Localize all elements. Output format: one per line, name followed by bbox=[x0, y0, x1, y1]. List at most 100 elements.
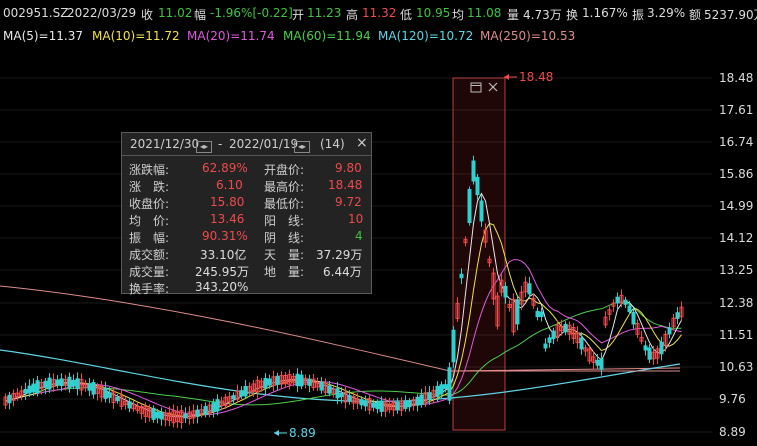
candle-body bbox=[211, 402, 216, 413]
close-label: 收 bbox=[141, 8, 154, 22]
candle-body bbox=[55, 379, 60, 386]
low-marker-label: 8.89 bbox=[289, 426, 316, 440]
y-tick: 10.63 bbox=[719, 360, 753, 374]
candle-body bbox=[91, 382, 96, 395]
candle-body bbox=[631, 311, 636, 325]
start-date: 2021/12/30 bbox=[130, 137, 200, 151]
stat-label: 最低价: bbox=[264, 197, 305, 211]
quote-header: 002951.SZ 2022/03/29 收 11.02 幅 -1.96%[-0… bbox=[0, 0, 757, 26]
candle-body bbox=[347, 395, 352, 402]
candle-body bbox=[599, 358, 604, 370]
change-value: -1.96%[-0.22] bbox=[210, 6, 293, 20]
ma120-legend: MA(120)=10.72 bbox=[378, 29, 474, 43]
stat-label: 涨 跌: bbox=[129, 180, 170, 194]
candle-body bbox=[475, 176, 480, 196]
panel-header: 2021/12/30 ◂▸ - 2022/01/19 ◂▸ (14) × bbox=[122, 133, 371, 156]
stat-label: 均 价: bbox=[129, 214, 170, 228]
avg-value: 11.08 bbox=[467, 6, 502, 20]
y-tick: 16.74 bbox=[719, 135, 753, 149]
candle-body bbox=[23, 389, 28, 394]
candle-body bbox=[7, 394, 12, 404]
candle-body bbox=[527, 283, 532, 295]
candle-body bbox=[67, 376, 72, 389]
stat-value: 245.95万 bbox=[195, 265, 249, 279]
stat-value: 6.10 bbox=[216, 178, 243, 192]
candle-body bbox=[107, 392, 112, 398]
candle-body bbox=[375, 402, 380, 410]
y-tick: 12.38 bbox=[719, 296, 753, 310]
y-tick: 18.48 bbox=[719, 71, 753, 85]
stat-value: 15.80 bbox=[210, 195, 245, 209]
stat-label: 阴 线: bbox=[264, 231, 305, 245]
stat-value: 10 bbox=[348, 212, 364, 226]
candle-body bbox=[407, 400, 412, 408]
stat-value: 9.72 bbox=[335, 195, 362, 209]
candle-body bbox=[87, 383, 92, 391]
candle-body bbox=[243, 385, 248, 397]
stat-label: 开盘价: bbox=[264, 163, 305, 177]
open-label: 开 bbox=[292, 8, 305, 22]
candle-body bbox=[27, 385, 32, 394]
stat-value: 33.10亿 bbox=[200, 248, 247, 262]
candle-body bbox=[295, 373, 300, 387]
volume-label: 量 bbox=[507, 8, 520, 22]
stock-code: 002951.SZ bbox=[3, 6, 69, 20]
candle-body bbox=[103, 387, 108, 399]
y-tick: 11.51 bbox=[719, 328, 753, 342]
stat-label: 最高价: bbox=[264, 180, 305, 194]
candle-body bbox=[447, 367, 452, 401]
candle-body bbox=[275, 375, 280, 386]
candle-body bbox=[371, 402, 376, 408]
candle-body bbox=[435, 385, 440, 398]
candle-body bbox=[71, 379, 76, 387]
close-value: 11.02 bbox=[158, 6, 193, 20]
stat-value: 13.46 bbox=[210, 212, 245, 226]
candle-body bbox=[335, 388, 340, 399]
stat-label: 收盘价: bbox=[129, 197, 170, 211]
stat-value: 9.80 bbox=[335, 161, 362, 175]
high-label: 高 bbox=[346, 8, 359, 22]
low-label: 低 bbox=[400, 8, 413, 22]
candle-body bbox=[339, 393, 344, 398]
avg-label: 均 bbox=[452, 8, 465, 22]
stat-value: 37.29万 bbox=[316, 248, 363, 262]
panel-close-icon[interactable]: × bbox=[356, 135, 368, 151]
amount-label: 额 bbox=[689, 8, 702, 22]
open-value: 11.23 bbox=[307, 6, 342, 20]
stat-label: 成交量: bbox=[129, 265, 170, 279]
candle-body bbox=[159, 412, 164, 420]
y-tick: 13.25 bbox=[719, 263, 753, 277]
candle-body bbox=[419, 394, 424, 405]
y-tick: 9.76 bbox=[719, 392, 746, 406]
selection-range-box[interactable] bbox=[452, 77, 506, 431]
candle-body bbox=[395, 401, 400, 411]
candle-body bbox=[439, 384, 444, 394]
candle-body bbox=[675, 312, 680, 319]
candle-body bbox=[643, 345, 648, 351]
turnover-value: 1.167% bbox=[582, 6, 628, 20]
interval-stats-panel[interactable]: 2021/12/30 ◂▸ - 2022/01/19 ◂▸ (14) × 涨跌幅… bbox=[121, 132, 372, 296]
stat-value: 90.31% bbox=[202, 229, 248, 243]
kline-chart[interactable]: 18.48 8.89 18.48 17.61 16.74 15.86 14.99… bbox=[0, 46, 757, 446]
y-tick: 17.61 bbox=[719, 103, 753, 117]
candle-body bbox=[515, 299, 520, 325]
candle-body bbox=[151, 408, 156, 420]
candle-body bbox=[551, 330, 556, 340]
candle-body bbox=[547, 337, 552, 343]
candle-body bbox=[403, 400, 408, 409]
candle-body bbox=[579, 337, 584, 350]
ma60-legend: MA(60)=11.94 bbox=[283, 29, 371, 43]
end-date: 2022/01/19 bbox=[229, 137, 299, 151]
stat-label: 换手率: bbox=[129, 282, 170, 296]
low-value: 10.95 bbox=[416, 6, 451, 20]
stat-value: 18.48 bbox=[328, 178, 363, 192]
candle-body bbox=[471, 160, 476, 182]
stat-value: 6.44万 bbox=[323, 265, 362, 279]
prev-icon[interactable]: ◂▸ bbox=[196, 141, 212, 153]
next-icon[interactable]: ◂▸ bbox=[294, 141, 310, 153]
change-label: 幅 bbox=[194, 8, 207, 22]
y-tick: 14.12 bbox=[719, 231, 753, 245]
candle-body bbox=[503, 286, 508, 298]
candle-body bbox=[595, 359, 600, 366]
candle-body bbox=[263, 377, 268, 389]
